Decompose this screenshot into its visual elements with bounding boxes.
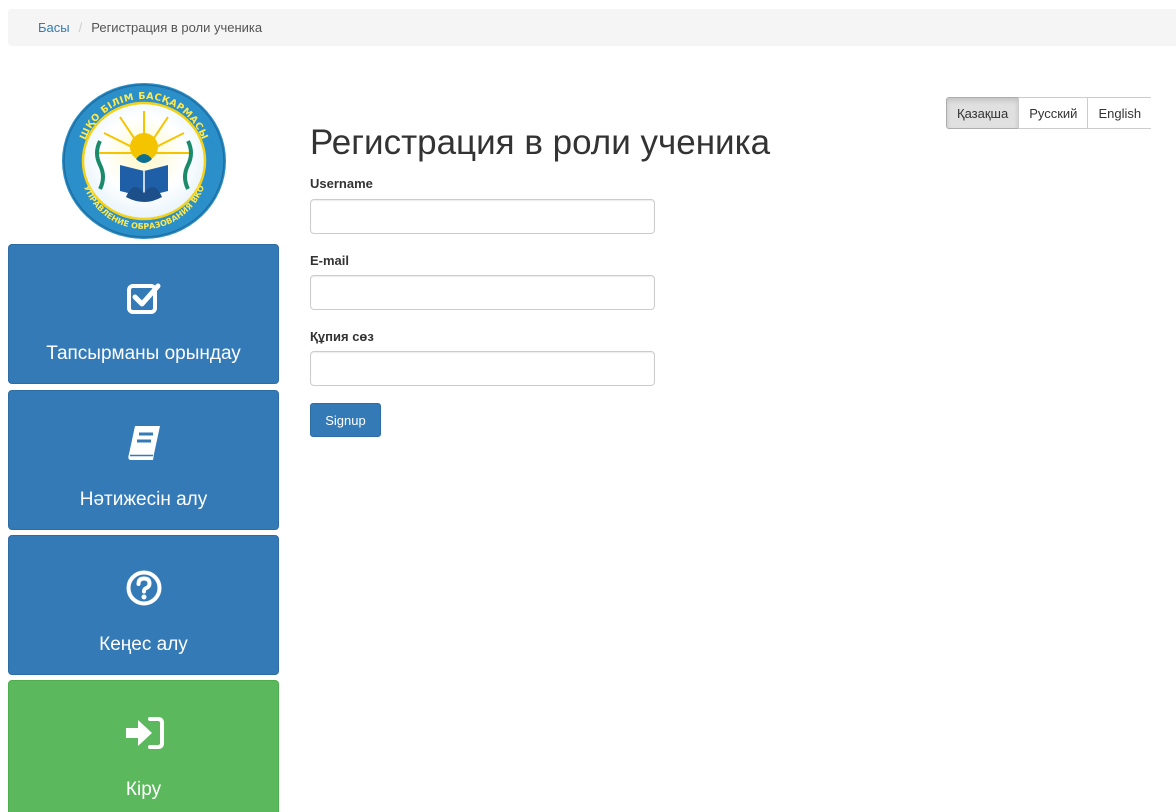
signup-button[interactable]: Signup (310, 403, 381, 437)
breadcrumb-home-link[interactable]: Басы (38, 20, 70, 35)
lang-russian-button[interactable]: Русский (1018, 97, 1089, 129)
username-label: Username (310, 176, 373, 191)
sidebar-tile-login[interactable]: Кіру (8, 680, 279, 812)
password-label: Құпия сөз (310, 329, 374, 344)
breadcrumb: Басы / Регистрация в роли ученика (8, 9, 1176, 46)
sidebar-tile-label: Нәтижесін алу (79, 489, 208, 510)
sidebar-tile-label: Кіру (125, 779, 162, 800)
check-square-icon (126, 275, 161, 319)
language-switcher: Қазақша Русский English (946, 97, 1152, 129)
book-icon (127, 421, 161, 465)
breadcrumb-current: Регистрация в роли ученика (91, 20, 263, 35)
username-input[interactable] (310, 199, 655, 234)
breadcrumb-separator: / (78, 20, 83, 35)
sidebar-tile-label: Тапсырманы орындау (46, 343, 241, 364)
password-input[interactable] (310, 351, 655, 386)
sidebar-tile-get-advice[interactable]: Кеңес алу (8, 535, 279, 675)
sign-in-icon (124, 711, 164, 755)
email-input[interactable] (310, 275, 655, 310)
sidebar-tile-complete-task[interactable]: Тапсырманы орындау (8, 244, 279, 384)
question-circle-icon (126, 566, 162, 610)
page-title: Регистрация в роли ученика (310, 123, 771, 162)
lang-english-button[interactable]: English (1087, 97, 1152, 129)
sidebar-tile-label: Кеңес алу (99, 634, 188, 655)
lang-kazakh-button[interactable]: Қазақша (946, 97, 1020, 129)
sidebar-tile-get-results[interactable]: Нәтижесін алу (8, 390, 279, 530)
email-label: E-mail (310, 253, 350, 268)
education-department-logo: ШҚО БІЛІМ БАСҚАРМАСЫ УПРАВЛЕНИЕ ОБРАЗОВА… (60, 81, 228, 241)
logo-emblem: ШҚО БІЛІМ БАСҚАРМАСЫ УПРАВЛЕНИЕ ОБРАЗОВА… (62, 83, 226, 239)
